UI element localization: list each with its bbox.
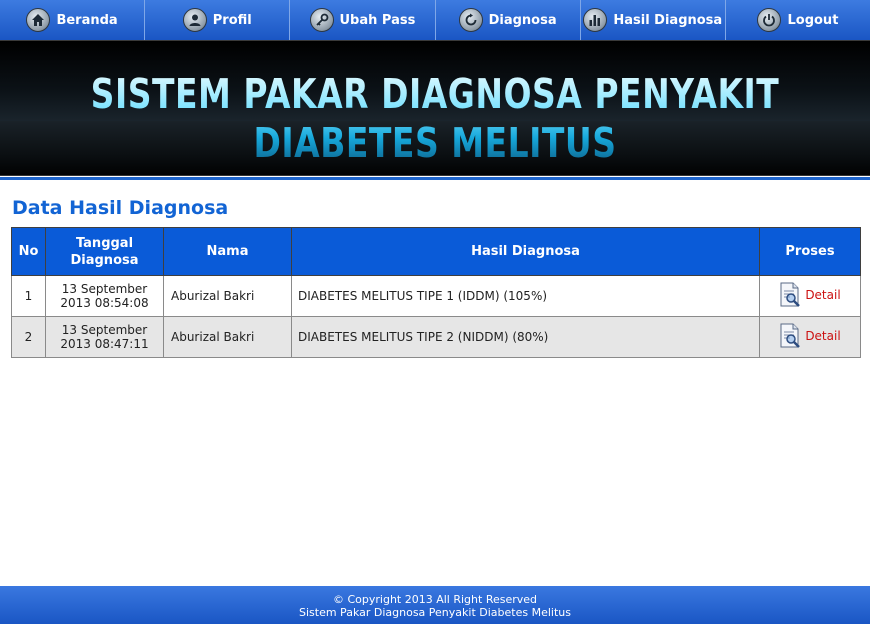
header-tanggal-line1: Tanggal	[75, 235, 134, 251]
detail-link[interactable]: Detail	[779, 323, 841, 349]
banner-title: SISTEM PAKAR DIAGNOSA PENYAKIT DIABETES …	[0, 69, 870, 167]
header-nama: Nama	[163, 227, 292, 276]
document-search-icon	[780, 282, 801, 307]
top-nav: Beranda Profil Ubah Pass Diagnosa Hasil …	[0, 0, 870, 40]
nav-item-ubah-pass[interactable]: Ubah Pass	[290, 0, 436, 40]
cell-tanggal-date: 13 September	[61, 282, 148, 296]
footer-copyright: © Copyright 2013 All Right Reserved	[332, 593, 538, 606]
nav-label-profil: Profil	[212, 12, 252, 28]
page-title: Data Hasil Diagnosa	[12, 197, 229, 219]
nav-item-hasil-diagnosa[interactable]: Hasil Diagnosa	[581, 0, 726, 40]
footer-app-name: Sistem Pakar Diagnosa Penyakit Diabetes …	[299, 606, 571, 619]
header-no: No	[11, 227, 46, 276]
nav-label-beranda: Beranda	[56, 12, 118, 28]
header-tanggal: Tanggal Diagnosa	[45, 227, 164, 276]
cell-tanggal-time: 2013 08:47:11	[60, 337, 149, 351]
cell-tanggal-time: 2013 08:54:08	[60, 296, 149, 310]
cell-no: 1	[11, 275, 46, 317]
cell-proses: Detail	[759, 316, 861, 358]
nav-label-ubah-pass: Ubah Pass	[339, 12, 416, 28]
detail-link[interactable]: Detail	[779, 282, 841, 308]
cell-hasil: DIABETES MELITUS TIPE 1 (IDDM) (105%)	[291, 275, 760, 317]
table-row: 1 13 September 2013 08:54:08 Aburizal Ba…	[11, 275, 861, 317]
table-header-row: No Tanggal Diagnosa Nama Hasil Diagnosa …	[11, 227, 861, 276]
cell-nama: Aburizal Bakri	[163, 275, 292, 317]
detail-link-label: Detail	[805, 287, 841, 302]
cell-proses: Detail	[759, 275, 861, 317]
refresh-icon	[458, 8, 483, 32]
nav-item-logout[interactable]: Logout	[726, 0, 870, 40]
header-tanggal-line2: Diagnosa	[70, 252, 139, 268]
cell-nama: Aburizal Bakri	[163, 316, 292, 358]
diagnosis-results-table: No Tanggal Diagnosa Nama Hasil Diagnosa …	[11, 227, 861, 358]
home-icon	[26, 8, 51, 32]
cell-hasil: DIABETES MELITUS TIPE 2 (NIDDM) (80%)	[291, 316, 760, 358]
cell-tanggal: 13 September 2013 08:54:08	[45, 275, 164, 317]
nav-item-diagnosa[interactable]: Diagnosa	[436, 0, 581, 40]
nav-item-beranda[interactable]: Beranda	[0, 0, 146, 40]
user-icon	[182, 8, 207, 32]
header-banner: SISTEM PAKAR DIAGNOSA PENYAKIT DIABETES …	[0, 40, 870, 176]
cell-tanggal: 13 September 2013 08:47:11	[45, 316, 164, 358]
table-row: 2 13 September 2013 08:47:11 Aburizal Ba…	[11, 316, 861, 358]
power-icon	[757, 8, 782, 32]
cell-no: 2	[11, 316, 46, 358]
nav-item-profil[interactable]: Profil	[145, 0, 291, 40]
footer: © Copyright 2013 All Right Reserved Sist…	[0, 586, 870, 624]
nav-label-hasil-diagnosa: Hasil Diagnosa	[613, 12, 723, 28]
header-hasil: Hasil Diagnosa	[291, 227, 760, 276]
nav-label-logout: Logout	[787, 12, 839, 28]
document-search-icon	[780, 323, 801, 348]
bar-chart-icon	[583, 8, 608, 32]
header-proses: Proses	[759, 227, 861, 276]
banner-divider	[0, 177, 870, 180]
key-icon	[309, 8, 334, 32]
cell-tanggal-date: 13 September	[61, 323, 148, 337]
nav-label-diagnosa: Diagnosa	[488, 12, 557, 28]
detail-link-label: Detail	[805, 328, 841, 343]
